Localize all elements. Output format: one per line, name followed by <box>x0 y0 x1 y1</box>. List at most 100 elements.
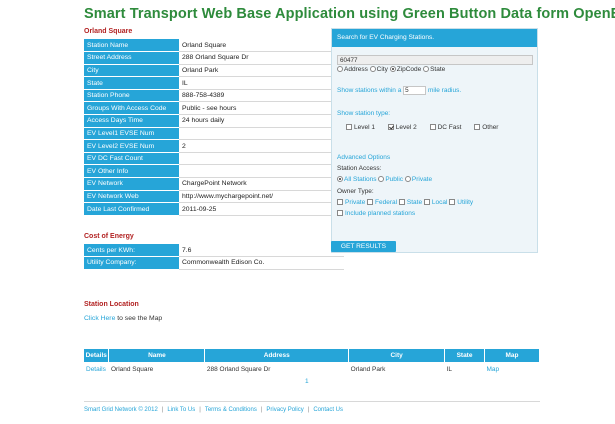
detail-value: http://www.mychargepoint.net/ <box>179 190 344 204</box>
station-details-table: Station Name Orland Square Street Address… <box>84 39 344 216</box>
detail-label: Street Address <box>84 51 179 65</box>
detail-value: IL <box>179 76 344 90</box>
search-by-city[interactable]: City <box>369 66 388 73</box>
detail-value: Public - see hours <box>179 101 344 116</box>
owner-utility-checkbox[interactable]: Utility <box>449 199 473 206</box>
footer-copyright: Smart Grid Network © 2012 <box>84 407 158 413</box>
detail-label: EV Other Info <box>84 164 179 179</box>
detail-value: ChargePoint Network <box>179 177 344 191</box>
footer-divider <box>84 401 540 402</box>
checkbox-icon <box>474 124 481 130</box>
detail-label: Station Phone <box>84 89 179 103</box>
detail-label: Groups With Access Code <box>84 101 179 116</box>
detail-label: EV Level1 EVSE Num <box>84 127 179 141</box>
click-here-link[interactable]: Click Here <box>84 315 115 322</box>
detail-label: EV Network <box>84 177 179 191</box>
footer: Smart Grid Network © 2012 | Link To Us | Ter… <box>84 407 343 413</box>
station-type-group: Level 1 Level 2 DC Fast Other <box>346 124 509 131</box>
checkbox-icon <box>429 124 436 130</box>
detail-row: State IL <box>84 76 344 90</box>
detail-row: Date Last Confirmed 2011-09-25 <box>84 202 344 216</box>
access-all-radio[interactable]: All Stations <box>337 176 377 183</box>
radius-row: Show stations within a 5 mile radius. <box>337 86 462 95</box>
get-results-button[interactable]: GET RESULTS <box>331 241 396 252</box>
detail-value <box>179 127 344 141</box>
detail-value: Orland Park <box>179 64 344 78</box>
radio-icon <box>423 66 430 72</box>
owner-private-checkbox[interactable]: Private <box>337 199 365 206</box>
detail-label: Access Days Time <box>84 114 179 128</box>
page-link[interactable]: 1 <box>305 378 309 385</box>
radio-selected-icon <box>389 66 396 72</box>
energy-label: Cents per KWh: <box>84 244 179 258</box>
footer-link-to-us[interactable]: Link To Us <box>167 407 195 413</box>
detail-value: 2011-09-25 <box>179 202 344 216</box>
cell-city: Orland Park <box>350 365 386 373</box>
detail-row: Access Days Time 24 hours daily <box>84 114 344 128</box>
owner-local-checkbox[interactable]: Local <box>423 199 447 206</box>
energy-label: Utility Company: <box>84 256 179 270</box>
station-heading: Orland Square <box>84 28 133 35</box>
checkbox-icon <box>337 199 343 205</box>
detail-row: Street Address 288 Orland Square Dr <box>84 51 344 65</box>
detail-value: 24 hours daily <box>179 114 344 128</box>
search-by-zipcode[interactable]: ZipCode <box>389 66 421 73</box>
detail-label: City <box>84 64 179 78</box>
footer-terms-link[interactable]: Terms & Conditions <box>205 407 257 413</box>
owner-federal-checkbox[interactable]: Federal <box>367 199 397 206</box>
results-table: Details Name Address City State Map Deta… <box>84 349 540 376</box>
search-by-address[interactable]: Address <box>337 66 368 73</box>
owner-type-label: Owner Type: <box>337 188 374 195</box>
type-dcfast-checkbox[interactable]: DC Fast <box>429 124 461 131</box>
access-public-radio[interactable]: Public <box>378 176 403 183</box>
location-search-input[interactable]: 60477 <box>337 55 533 65</box>
radio-icon <box>337 66 343 72</box>
radius-input[interactable]: 5 <box>403 86 427 95</box>
type-other-checkbox[interactable]: Other <box>474 124 498 131</box>
energy-heading: Cost of Energy <box>84 233 134 240</box>
cell-state: IL <box>446 365 452 373</box>
checkbox-checked-icon <box>387 124 394 130</box>
map-link-text: to see the Map <box>117 315 163 322</box>
detail-row: EV Other Info <box>84 164 344 179</box>
footer-separator: | <box>199 407 201 413</box>
energy-value: 7.6 <box>179 244 344 258</box>
include-planned-checkbox[interactable]: Include planned stations <box>337 210 415 217</box>
cell-name: Orland Square <box>110 365 154 373</box>
search-by-state[interactable]: State <box>423 66 445 73</box>
results-header-row: Details Name Address City State Map <box>84 349 540 362</box>
col-map: Map <box>484 349 540 362</box>
radio-icon <box>378 176 385 182</box>
detail-label: EV DC Fast Count <box>84 152 179 166</box>
detail-row: Station Name Orland Square <box>84 39 344 53</box>
cell-address: 288 Orland Square Dr <box>206 365 271 373</box>
detail-label: State <box>84 76 179 90</box>
checkbox-icon <box>367 199 374 205</box>
type-level1-checkbox[interactable]: Level 1 <box>346 124 375 131</box>
detail-row: Groups With Access Code Public - see hour… <box>84 101 344 116</box>
station-location-heading: Station Location <box>84 301 139 308</box>
radio-icon <box>369 66 376 72</box>
advanced-options-link[interactable]: Advanced Options <box>337 154 390 161</box>
details-link[interactable]: Details <box>84 362 109 376</box>
col-details: Details <box>84 349 110 362</box>
owner-state-checkbox[interactable]: State <box>398 199 422 206</box>
footer-contact-link[interactable]: Contact Us <box>313 407 343 413</box>
detail-value: 888-758-4389 <box>179 89 344 103</box>
detail-row: EV Level2 EVSE Num 2 <box>84 139 344 153</box>
energy-row: Cents per KWh: 7.6 <box>84 244 344 258</box>
detail-row: EV DC Fast Count <box>84 152 344 166</box>
type-level2-checkbox[interactable]: Level 2 <box>387 124 417 131</box>
detail-value: Orland Square <box>179 39 344 53</box>
detail-value: 2 <box>179 139 344 153</box>
owner-type-group: Private Federal State Local Utility <box>337 199 473 206</box>
footer-separator: | <box>161 407 164 413</box>
footer-privacy-link[interactable]: Privacy Policy <box>266 407 303 413</box>
search-by-group: Address City ZipCode State <box>337 66 445 73</box>
station-access-label: Station Access: <box>337 165 382 172</box>
detail-row: City Orland Park <box>84 64 344 78</box>
map-link[interactable]: Map <box>485 362 540 376</box>
station-type-label: Show station type: <box>337 110 391 117</box>
access-private-radio[interactable]: Private <box>404 176 432 183</box>
search-panel-heading: Search for EV Charging Stations. <box>332 29 537 47</box>
